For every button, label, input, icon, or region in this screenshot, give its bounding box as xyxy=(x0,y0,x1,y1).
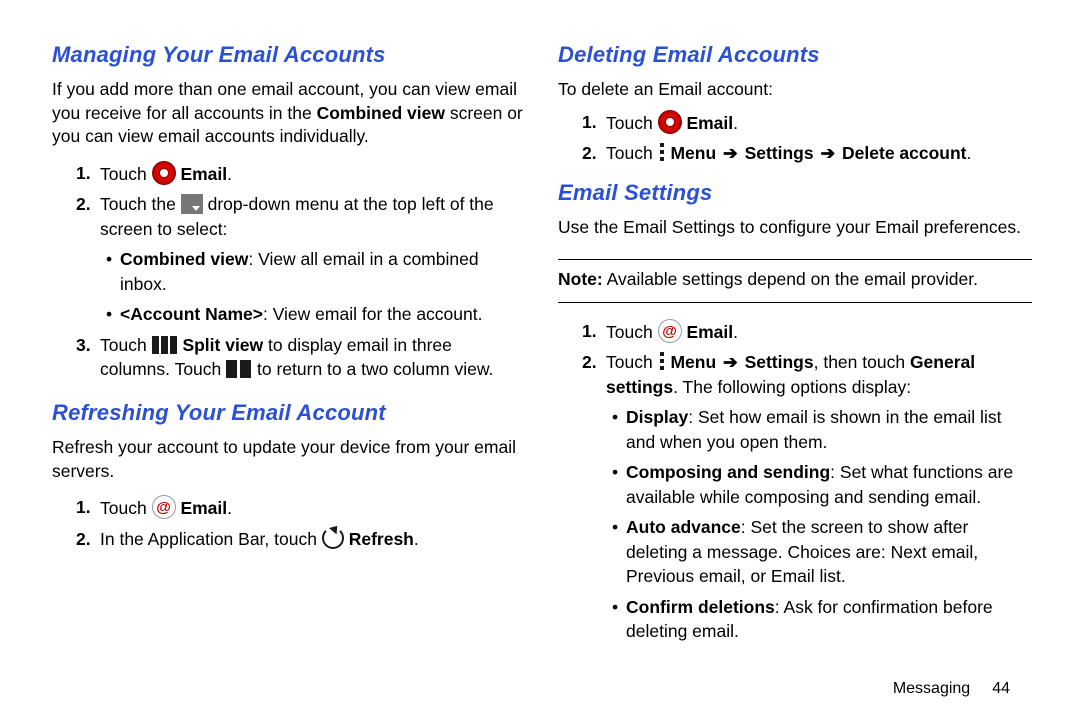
page-number: 44 xyxy=(992,680,1010,697)
managing-step-1: 1. Touch Email. xyxy=(76,161,526,187)
bullet-account-name: <Account Name>: View email for the accou… xyxy=(106,302,526,327)
email-app-icon xyxy=(658,319,682,343)
menu-icon xyxy=(659,352,665,372)
note-rule-top xyxy=(558,259,1032,260)
refreshing-step-1: 1. Touch Email. xyxy=(76,495,526,521)
heading-email-settings: Email Settings xyxy=(558,180,1032,206)
email-app-icon xyxy=(152,495,176,519)
settings-step-2: 2. Touch Menu ➔ Settings, then touch Gen… xyxy=(582,350,1032,644)
left-column: Managing Your Email Accounts If you add … xyxy=(52,38,526,700)
heading-deleting-email: Deleting Email Accounts xyxy=(558,42,1032,68)
right-column: Deleting Email Accounts To delete an Ema… xyxy=(558,38,1032,700)
option-display: Display: Set how email is shown in the e… xyxy=(612,405,1032,454)
bullet-combined-view: Combined view: View all email in a combi… xyxy=(106,247,526,296)
deleting-steps: 1. Touch Email. 2. Touch Menu ➔ Settings… xyxy=(582,110,1032,172)
settings-intro: Use the Email Settings to configure your… xyxy=(558,216,1032,240)
option-composing: Composing and sending: Set what function… xyxy=(612,460,1032,509)
settings-step-1: 1. Touch Email. xyxy=(582,319,1032,345)
managing-step-3: 3. Touch Split view to display email in … xyxy=(76,333,526,382)
settings-note: Note: Available settings depend on the e… xyxy=(558,268,1032,292)
note-rule-bottom xyxy=(558,302,1032,303)
refreshing-intro: Refresh your account to update your devi… xyxy=(52,436,526,483)
managing-intro: If you add more than one email account, … xyxy=(52,78,526,149)
managing-steps: 1. Touch Email. 2. Touch the drop-down m… xyxy=(76,161,526,388)
deleting-intro: To delete an Email account: xyxy=(558,78,1032,102)
heading-refreshing-email: Refreshing Your Email Account xyxy=(52,400,526,426)
menu-icon xyxy=(659,143,665,163)
split-view-icon xyxy=(152,336,178,354)
heading-managing-email: Managing Your Email Accounts xyxy=(52,42,526,68)
manual-page: Managing Your Email Accounts If you add … xyxy=(0,0,1080,720)
settings-steps: 1. Touch Email. 2. Touch Menu ➔ Settings… xyxy=(582,319,1032,650)
page-footer: Messaging 44 xyxy=(893,680,1010,698)
option-auto-advance: Auto advance: Set the screen to show aft… xyxy=(612,515,1032,589)
email-app-icon xyxy=(152,161,176,185)
two-column-icon xyxy=(226,360,252,378)
managing-step-2: 2. Touch the drop-down menu at the top l… xyxy=(76,192,526,327)
refreshing-step-2: 2. In the Application Bar, touch Refresh… xyxy=(76,527,526,552)
settings-options: Display: Set how email is shown in the e… xyxy=(612,405,1032,644)
refreshing-steps: 1. Touch Email. 2. In the Application Ba… xyxy=(76,495,526,557)
deleting-step-2: 2. Touch Menu ➔ Settings ➔ Delete accoun… xyxy=(582,141,1032,166)
email-app-icon xyxy=(658,110,682,134)
option-confirm-deletions: Confirm deletions: Ask for confirmation … xyxy=(612,595,1032,644)
chapter-name: Messaging xyxy=(893,680,970,697)
managing-step-2-bullets: Combined view: View all email in a combi… xyxy=(106,247,526,327)
refresh-icon xyxy=(322,527,344,549)
dropdown-icon xyxy=(181,194,203,214)
deleting-step-1: 1. Touch Email. xyxy=(582,110,1032,136)
